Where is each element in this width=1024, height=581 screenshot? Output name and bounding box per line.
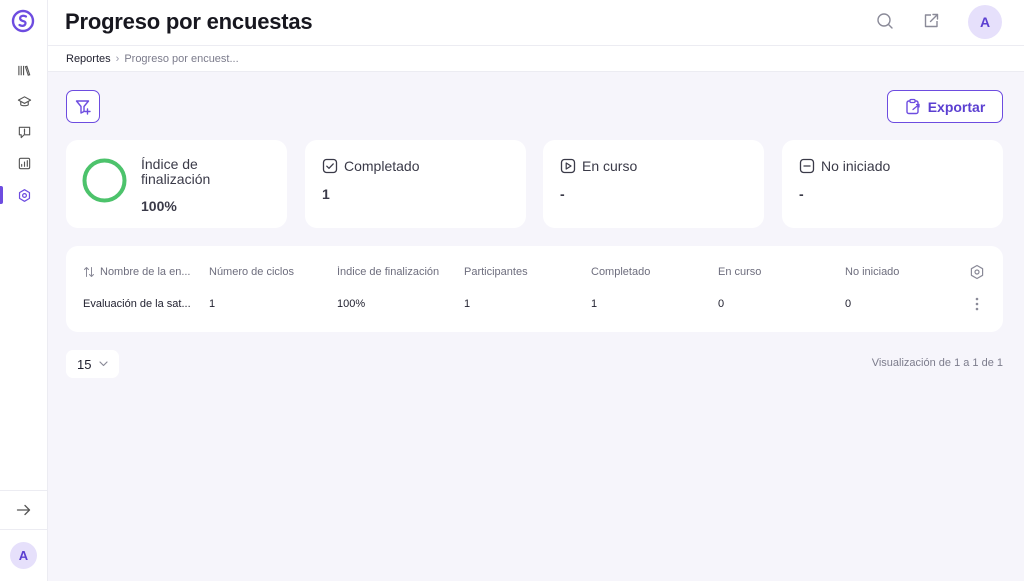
page-size-value: 15 [77, 356, 92, 372]
cell-participants: 1 [464, 298, 471, 310]
export-clipboard-icon [906, 98, 920, 115]
sidebar-divider [0, 529, 48, 530]
sidebar-item-reports[interactable] [0, 152, 48, 174]
graduation-cap-icon [17, 95, 31, 106]
expand-sidebar-button[interactable] [12, 500, 36, 520]
completion-rate-value: 100% [141, 198, 177, 214]
not-started-label: No iniciado [821, 158, 891, 174]
column-header-completed[interactable]: Completado [591, 266, 650, 278]
completed-card: Completado 1 [305, 140, 526, 228]
column-header-not-started[interactable]: No iniciado [845, 266, 899, 278]
cell-survey-name[interactable]: Evaluación de la sat... [83, 298, 200, 310]
survey-hexagon-icon [18, 188, 30, 202]
cell-not-started: 0 [845, 298, 852, 310]
open-external-button[interactable] [921, 11, 941, 31]
in-progress-value: - [560, 186, 565, 202]
filter-add-icon [75, 99, 91, 115]
breadcrumb: Reportes › Progreso por encuest... [48, 46, 1024, 72]
sidebar-item-surveys[interactable] [0, 184, 48, 206]
analytics-icon [18, 157, 30, 169]
sidebar-divider [0, 490, 48, 491]
column-header-completion-rate[interactable]: Índice de finalización [337, 266, 439, 278]
app-logo[interactable] [11, 9, 35, 33]
page-title: Progreso por encuestas [65, 9, 313, 34]
cell-cycles: 1 [209, 298, 216, 310]
breadcrumb-separator: › [115, 52, 120, 65]
column-header-cycles[interactable]: Número de ciclos [209, 266, 294, 278]
completed-label: Completado [344, 158, 420, 174]
arrow-right-icon [16, 504, 31, 516]
completion-rate-card: Índice de finalización 100% [66, 140, 287, 228]
cell-in-progress: 0 [718, 298, 725, 310]
breadcrumb-reportes[interactable]: Reportes [66, 53, 111, 65]
table-row[interactable] [66, 286, 1003, 326]
add-filter-button[interactable] [66, 90, 100, 123]
row-more-icon[interactable] [972, 296, 982, 312]
page-size-select[interactable]: 15 [66, 350, 119, 378]
external-link-icon [924, 13, 939, 28]
chevron-down-icon [99, 361, 109, 367]
completion-rate-title: Índice de finalización [141, 156, 211, 187]
export-label: Exportar [927, 98, 986, 115]
cell-completed: 1 [591, 298, 598, 310]
not-started-title: No iniciado [799, 158, 890, 174]
column-header-in-progress[interactable]: En curso [718, 266, 761, 278]
sidebar: A [0, 0, 48, 581]
top-header: Progreso por encuestas A [48, 0, 1024, 46]
column-header-name[interactable]: Nombre de la en... [100, 266, 200, 278]
minus-square-icon [799, 158, 815, 174]
cell-completion-rate: 100% [337, 298, 366, 310]
not-started-card: No iniciado - [782, 140, 1003, 228]
sidebar-item-library[interactable] [0, 59, 48, 81]
search-icon [877, 13, 893, 29]
check-square-icon [322, 158, 338, 174]
play-square-icon [560, 158, 576, 174]
in-progress-label: En curso [582, 158, 638, 174]
column-header-participants[interactable]: Participantes [464, 266, 528, 278]
search-button[interactable] [875, 11, 895, 31]
completion-progress-ring [82, 158, 127, 203]
survey-progress-table: Nombre de la en... Número de ciclos Índi… [66, 246, 1003, 332]
export-button[interactable]: Exportar [887, 90, 1003, 123]
sort-icon[interactable] [83, 266, 95, 278]
column-settings-icon[interactable] [969, 264, 985, 280]
pagination-info: Visualización de 1 a 1 de 1 [871, 357, 1003, 369]
completed-value: 1 [322, 186, 330, 202]
breadcrumb-current: Progreso por encuest... [124, 52, 239, 65]
feedback-icon [18, 126, 30, 138]
user-avatar[interactable]: A [10, 542, 37, 569]
completed-title: Completado [322, 158, 420, 174]
books-icon [17, 65, 30, 76]
in-progress-card: En curso - [543, 140, 764, 228]
header-avatar[interactable]: A [968, 5, 1002, 39]
sidebar-item-feedback[interactable] [0, 121, 48, 143]
not-started-value: - [799, 186, 804, 202]
in-progress-title: En curso [560, 158, 637, 174]
sidebar-item-learning[interactable] [0, 90, 48, 112]
